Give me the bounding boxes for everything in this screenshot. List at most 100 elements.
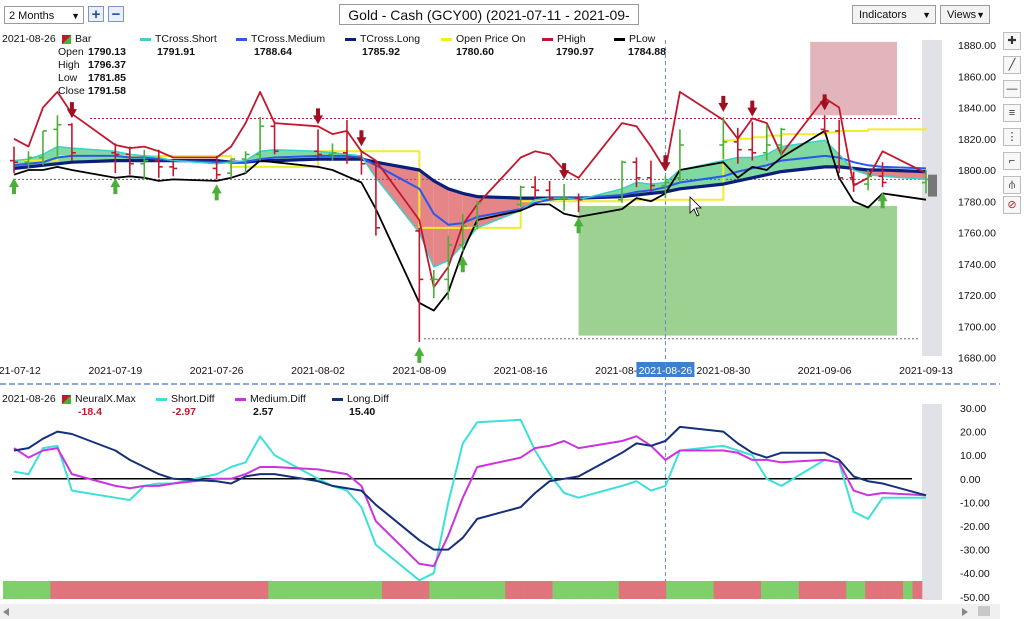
neural-bar [78,581,89,599]
neural-bar [486,581,496,599]
price-tick-label: 1840.00 [958,103,996,115]
neural-bar [21,581,32,599]
neural-bar [419,581,430,599]
neural-bar [789,581,800,599]
neural-bar [770,581,781,599]
plow-value: 1784.88 [628,46,666,58]
neural-bar [249,581,260,599]
indicator-tick-label: 20.00 [960,427,986,439]
price-tick-label: 1680.00 [958,353,996,365]
neural-bar [372,581,383,599]
neural-bar [865,581,875,599]
neural-bar [713,581,724,599]
neural-bar [429,581,440,599]
low-value: 1781.85 [88,72,126,84]
neural-bar [836,581,847,599]
neural-bar [287,581,298,599]
x-tick-label: 2021-08-09 [392,365,446,377]
plow-label: PLow [629,33,656,45]
neural-bar [220,581,231,599]
neural-bar [495,581,506,599]
neural-bar [40,581,51,599]
chart-canvas[interactable]: 1880.00 1860.00 1840.00 1820.00 1800.00 1780.… [0,0,1024,619]
neural-bar [798,581,809,599]
neural-bar [817,581,828,599]
neural-bar [467,581,478,599]
neural-bar [69,581,80,599]
neural-bar [846,581,856,599]
price-legend: 2021-08-26 [2,33,56,45]
phigh-value: 1790.97 [556,46,594,58]
neural-bar [315,581,326,599]
x-tick-label: 2021-08-02 [291,365,345,377]
indicator-tick-label: -50.00 [960,592,990,604]
neural-bar [827,581,838,599]
neural-bar [325,581,335,599]
neural-bar [666,581,676,599]
neural-bar [675,581,686,599]
neural-bar [296,581,307,599]
price-tick-label: 1820.00 [958,134,996,146]
price-tick-label: 1700.00 [958,321,996,333]
open-price-legend: Open Price On [441,33,525,45]
neural-bar [561,581,572,599]
neural-bar [448,581,459,599]
neural-bar [97,581,108,599]
neural-bar [580,581,591,599]
neural-bar [334,581,345,599]
x-tick-label: 2021-09-06 [798,365,852,377]
neural-bar [230,581,241,599]
neural-bar [410,581,421,599]
neural-bar [704,581,714,599]
neural-bar [438,581,449,599]
tcross-long-legend: TCross.Long [345,33,420,45]
indicator-tick-label: -20.00 [960,521,990,533]
x-tick-label: 2021-09-13 [899,365,953,377]
neural-bar [571,581,582,599]
neural-value: -18.4 [78,406,102,418]
neural-bar [637,581,648,599]
neural-bar [211,581,222,599]
neural-bar [164,581,174,599]
neural-bar [277,581,288,599]
price-tick-label: 1720.00 [958,290,996,302]
medium-diff-value: 2.57 [253,406,274,418]
neural-bar [12,581,23,599]
bar-legend-label: Bar [75,33,92,45]
open-label: Open [58,46,84,58]
tcross-short-legend: TCross.Short [140,33,217,45]
neural-bar [353,581,364,599]
short-diff-value: -2.97 [172,406,196,418]
scrollbar-track [0,604,1000,619]
short-diff-label: Short.Diff [171,393,215,405]
neural-bar [855,581,866,599]
neural-bar [808,581,819,599]
neural-bar [656,581,667,599]
neural-bar [268,581,279,599]
long-diff-value: 15.40 [349,406,376,418]
price-tick-label: 1880.00 [958,40,996,52]
neural-bar [59,581,70,599]
bull-zone [578,205,898,336]
neural-bar [599,581,610,599]
series-short-diff [13,418,926,582]
neural-bar [126,581,136,599]
tcross-short-value: 1791.91 [157,46,195,58]
series-medium-diff [13,435,927,568]
neural-bar [751,581,762,599]
neural-bar [258,581,269,599]
neural-bar [524,581,534,599]
right-margin-shade-lower [922,404,942,600]
neural-bar [893,581,904,599]
high-label: High [58,59,80,71]
last-price-marker [928,174,937,197]
neural-bar [628,581,639,599]
open-price-label: Open Price On [456,33,526,45]
indicator-tick-label: 0.00 [960,474,981,486]
phigh-legend: PHigh [542,33,586,45]
neural-bar [723,581,733,599]
price-tick-label: 1780.00 [958,196,996,208]
tcross-medium-label: TCross.Medium [251,33,326,45]
neural-bar [884,581,894,599]
neural-bar [116,581,127,599]
